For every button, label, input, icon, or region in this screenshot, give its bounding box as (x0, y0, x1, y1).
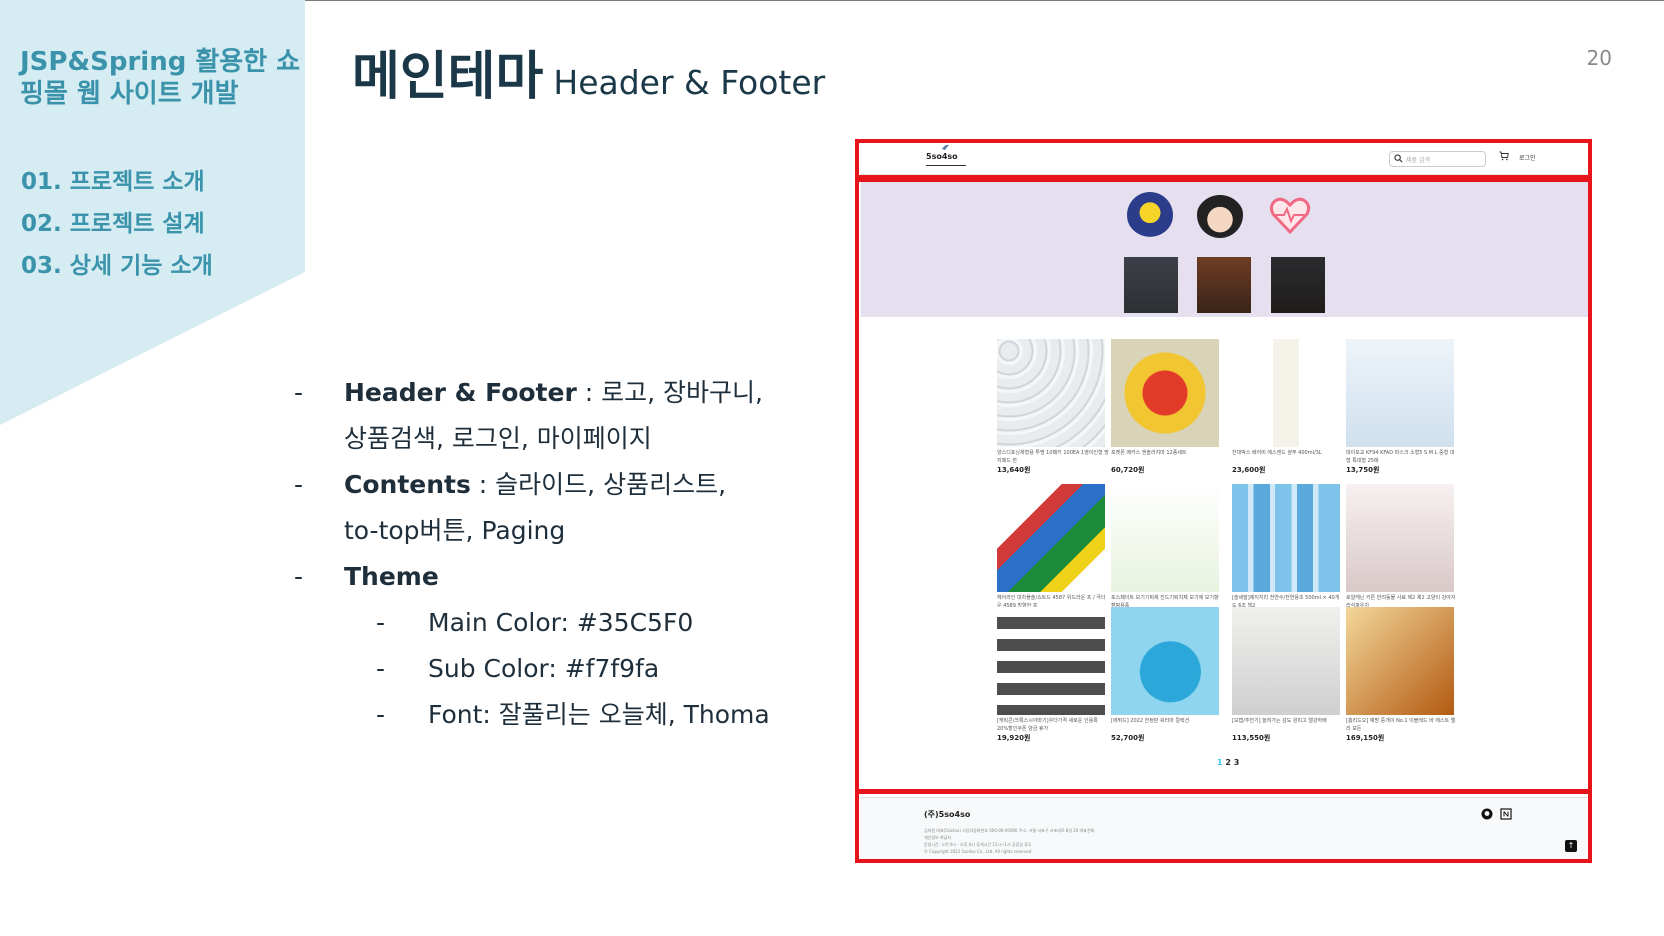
highlight-header-box (855, 139, 1592, 179)
bullet-contents: - Contents : 슬라이드, 상품리스트, (294, 462, 814, 508)
bullet-text-cont: to-top버튼, Paging (344, 516, 566, 545)
bullet-dash: - (376, 700, 386, 729)
sidebar-item-features[interactable]: 03. 상세 기능 소개 (21, 248, 213, 290)
bullet-dash: - (376, 608, 386, 637)
page-title-sub: Header & Footer (553, 63, 826, 102)
bullet-dash: - (294, 470, 304, 499)
sidebar-title: JSP&Spring 활용한 쇼핑몰 웹 사이트 개발 (20, 47, 301, 109)
sub-bullet-font: - Font: 잘풀리는 오늘체, Thoma (294, 692, 814, 738)
bullet-text: Sub Color: #f7f9fa (428, 654, 660, 683)
highlight-footer-box (855, 790, 1592, 863)
page-title: 메인테마 Header & Footer (352, 34, 825, 109)
bullet-label: Theme (344, 562, 439, 591)
sub-bullet-sub-color: - Sub Color: #f7f9fa (294, 646, 814, 692)
bullet-text: : 슬라이드, 상품리스트, (470, 470, 727, 499)
bullet-dash: - (294, 562, 304, 591)
bullet-text: : 로고, 장바구니, (576, 378, 763, 407)
bullet-text-cont: 상품검색, 로그인, 마이페이지 (344, 424, 652, 453)
bullet-label: Header & Footer (344, 378, 577, 407)
highlight-contents-box (855, 178, 1592, 793)
bullet-label: Contents (344, 470, 471, 499)
bullet-list: - Header & Footer : 로고, 장바구니, 상품검색, 로그인,… (294, 370, 814, 738)
bullet-theme: - Theme (294, 554, 814, 600)
bullet-text: Main Color: #35C5F0 (428, 608, 694, 637)
bullet-text: Font: 잘풀리는 오늘체, Thoma (428, 700, 770, 729)
bullet-header-footer: - Header & Footer : 로고, 장바구니, (294, 370, 814, 416)
sub-bullet-main-color: - Main Color: #35C5F0 (294, 600, 814, 646)
page-title-main: 메인테마 (352, 47, 544, 107)
sidebar-item-intro[interactable]: 01. 프로젝트 소개 (21, 164, 213, 206)
bullet-dash: - (294, 378, 304, 407)
page-number: 20 (1586, 46, 1612, 70)
bullet-dash: - (376, 654, 386, 683)
sidebar-nav: 01. 프로젝트 소개 02. 프로젝트 설계 03. 상세 기능 소개 (21, 164, 213, 290)
sidebar-item-design[interactable]: 02. 프로젝트 설계 (21, 206, 213, 248)
